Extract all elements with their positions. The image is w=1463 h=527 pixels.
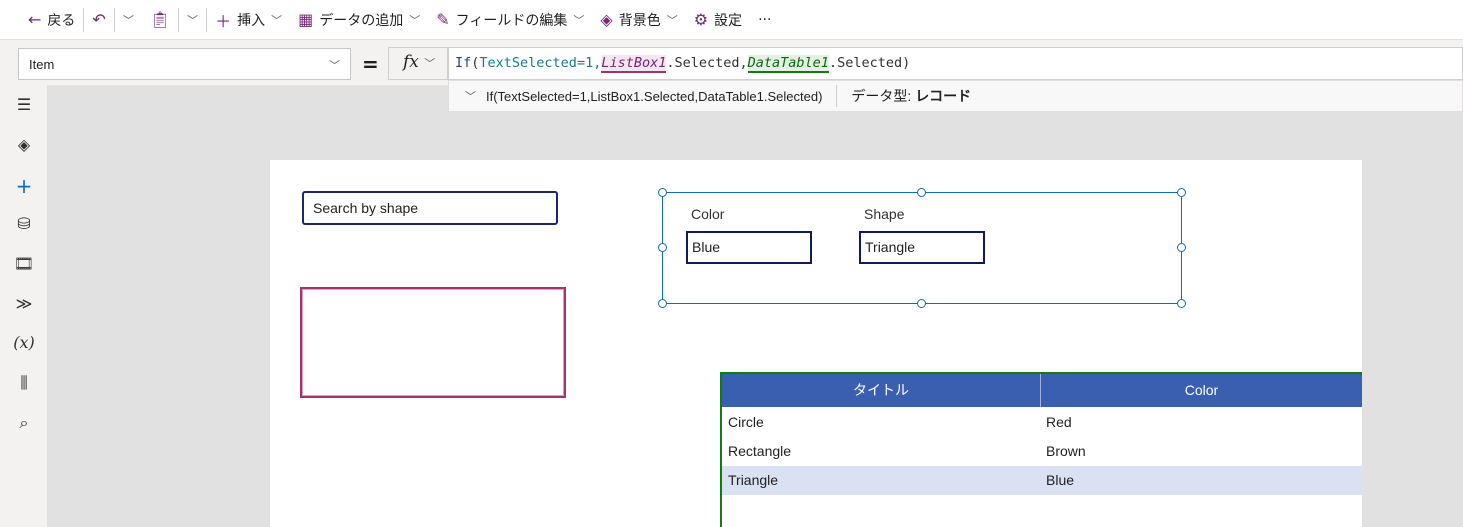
- command-bar: ← 戻る ↶ ﹀ 📋︎ ﹀ ＋挿入 ﹀ ▦ データの追加 ﹀ ✎ フィールドの編集 ﹀ ◈ 背…: [0, 0, 1463, 40]
- formula-hint: ﹀ If(TextSelected=1,ListBox1.Selected,Dat…: [448, 80, 1463, 112]
- table-row[interactable]: Circle Red: [722, 408, 1362, 437]
- resize-handle[interactable]: [917, 299, 926, 308]
- settings-button[interactable]: ⚙ 設定: [686, 6, 750, 34]
- display-form[interactable]: Color Blue Shape Triangle: [658, 188, 1186, 308]
- formula-input[interactable]: If(TextSelected=1,ListBox1.Selected,Data…: [448, 47, 1463, 80]
- resize-handle[interactable]: [1177, 243, 1186, 252]
- undo-icon: ↶: [92, 10, 106, 29]
- left-rail: ☰ ◈ + ⛁ 🎞︎ ≫ (x) ⫼ ⌕: [0, 85, 48, 527]
- search-icon[interactable]: ⌕: [0, 413, 48, 433]
- table-add-icon: ▦: [298, 10, 314, 29]
- paste-button[interactable]: 📋︎: [142, 6, 178, 34]
- insert-button[interactable]: ＋挿入 ﹀: [207, 6, 290, 34]
- paste-dropdown[interactable]: ﹀: [179, 6, 206, 34]
- shape-value: Triangle: [859, 231, 985, 264]
- data-type: データ型: レコード: [851, 88, 972, 104]
- undo-button[interactable]: ↶: [84, 6, 113, 34]
- resize-handle[interactable]: [658, 188, 667, 197]
- tools-icon[interactable]: ⫼: [0, 373, 48, 393]
- property-dropdown[interactable]: Item ﹀: [18, 48, 351, 80]
- hamburger-menu-icon[interactable]: ☰: [0, 95, 48, 114]
- resize-handle[interactable]: [917, 188, 926, 197]
- plus-icon[interactable]: +: [0, 174, 48, 198]
- clipboard-icon: 📋︎: [149, 10, 171, 29]
- table-row-selected[interactable]: Triangle Blue: [722, 466, 1362, 495]
- function-icon: fx: [403, 52, 419, 72]
- undo-dropdown[interactable]: ﹀: [115, 6, 142, 34]
- formula-expand[interactable]: ﹀ If(TextSelected=1,ListBox1.Selected,Dat…: [449, 85, 838, 107]
- gear-icon: ⚙: [693, 10, 709, 29]
- shape-label: Shape: [864, 206, 905, 222]
- edit-fields-button[interactable]: ✎ フィールドの編集 ﹀: [428, 6, 592, 34]
- chevron-down-icon: ﹀: [465, 91, 476, 103]
- resize-handle[interactable]: [658, 299, 667, 308]
- equals-sign: =: [362, 52, 379, 76]
- column-header-color[interactable]: Color: [1041, 374, 1362, 407]
- chevron-down-icon: ﹀: [573, 13, 585, 27]
- chevron-down-icon: ﹀: [271, 13, 283, 27]
- data-table[interactable]: タイトル Color Circle Red Rectangle Brown Tria…: [720, 372, 1362, 527]
- media-icon[interactable]: 🎞︎: [0, 254, 48, 273]
- add-data-button[interactable]: ▦ データの追加 ﹀: [290, 6, 428, 34]
- more-button[interactable]: ···: [750, 6, 779, 34]
- back-button[interactable]: ← 戻る: [20, 6, 83, 34]
- listbox[interactable]: [300, 287, 566, 398]
- color-value: Blue: [686, 231, 812, 264]
- edit-fields-icon: ✎: [436, 10, 450, 29]
- color-label: Color: [691, 206, 725, 222]
- background-color-button[interactable]: ◈ 背景色 ﹀: [592, 6, 685, 34]
- table-row[interactable]: Rectangle Brown: [722, 437, 1362, 466]
- variables-icon[interactable]: (x): [0, 333, 48, 352]
- layers-icon[interactable]: ◈: [0, 135, 48, 154]
- resize-handle[interactable]: [1177, 299, 1186, 308]
- resize-handle[interactable]: [1177, 188, 1186, 197]
- resize-handle[interactable]: [658, 243, 667, 252]
- fx-button[interactable]: fx ﹀: [388, 47, 448, 80]
- plus-icon: ＋: [215, 11, 232, 31]
- chevron-down-icon: ﹀: [329, 60, 340, 72]
- column-header-title[interactable]: タイトル: [722, 374, 1041, 407]
- chevron-down-icon: ﹀: [666, 13, 678, 27]
- chevron-down-icon: ﹀: [424, 57, 436, 70]
- chevron-down-icon: ﹀: [187, 13, 199, 27]
- paint-bucket-icon: ◈: [600, 10, 613, 29]
- chevron-down-icon: ﹀: [409, 13, 421, 27]
- database-icon[interactable]: ⛁: [0, 214, 48, 233]
- search-input[interactable]: Search by shape: [302, 191, 558, 225]
- power-automate-icon[interactable]: ≫: [0, 294, 48, 313]
- chevron-down-icon: ﹀: [122, 13, 134, 27]
- arrow-left-icon: ←: [28, 10, 42, 29]
